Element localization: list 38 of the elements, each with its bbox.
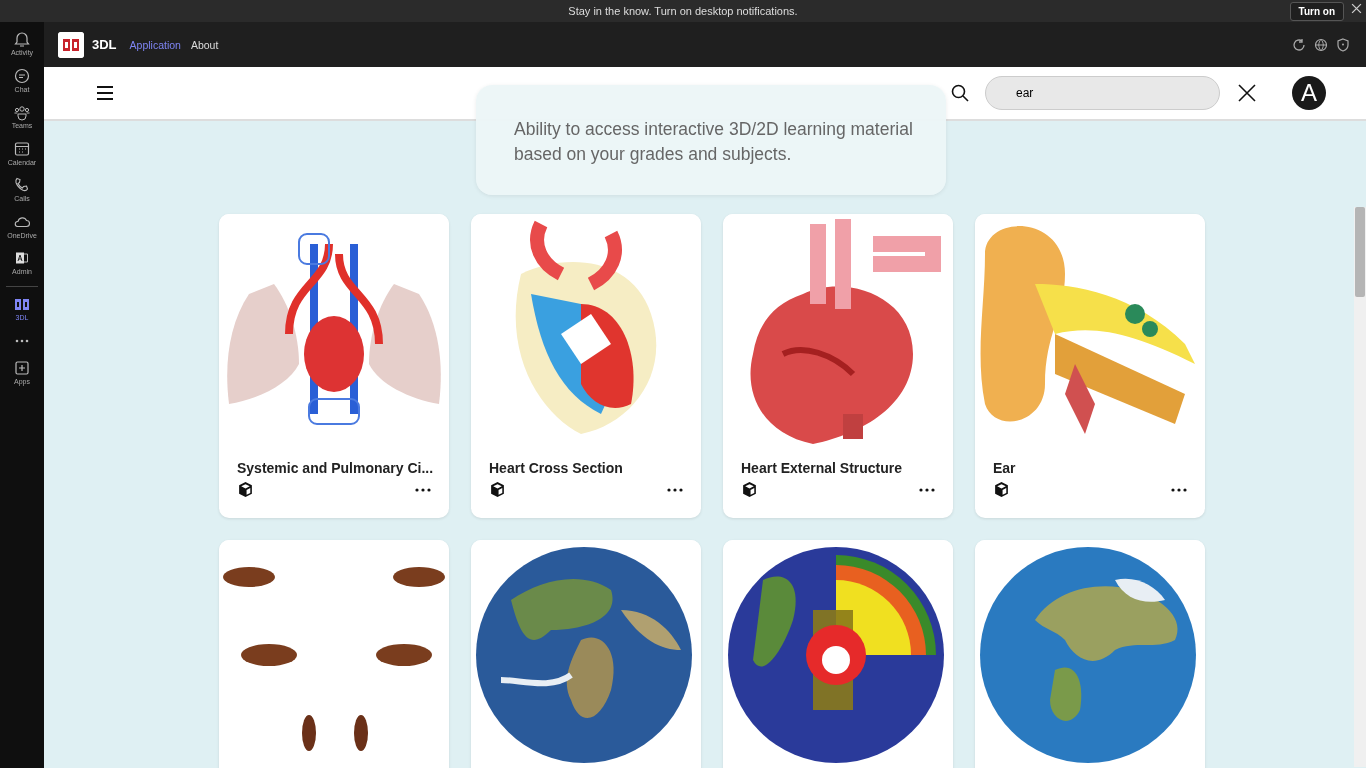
model-card[interactable]: Ear bbox=[975, 214, 1205, 518]
model-card[interactable]: Heart External Structure bbox=[723, 214, 953, 518]
cube-icon bbox=[489, 481, 506, 498]
bell-icon bbox=[13, 30, 31, 48]
menu-icon[interactable] bbox=[96, 85, 114, 101]
app-logo bbox=[58, 31, 84, 58]
card-title: Heart Cross Section bbox=[488, 459, 624, 478]
more-icon[interactable] bbox=[15, 339, 29, 343]
avatar[interactable]: A bbox=[1292, 76, 1326, 110]
close-icon[interactable] bbox=[1351, 3, 1362, 14]
notification-text: Stay in the know. Turn on desktop notifications. bbox=[568, 3, 798, 19]
cube-icon bbox=[237, 481, 254, 498]
plus-icon bbox=[13, 359, 31, 377]
calendar-icon bbox=[13, 139, 31, 158]
card-title: Systemic and Pulmonary Ci... bbox=[236, 459, 435, 478]
more-icon[interactable] bbox=[415, 487, 431, 492]
refresh-icon[interactable] bbox=[1292, 37, 1306, 52]
app-name: 3DL bbox=[92, 35, 117, 54]
card-title: Heart External Structure bbox=[740, 459, 904, 478]
chat-icon bbox=[13, 66, 31, 85]
turn-on-button[interactable]: Turn on bbox=[1289, 2, 1344, 21]
cube-icon bbox=[741, 481, 758, 498]
search-icon[interactable] bbox=[951, 84, 969, 102]
scrollbar[interactable] bbox=[1354, 207, 1366, 767]
phone-icon bbox=[13, 176, 31, 194]
model-card[interactable]: Heart Cross Section bbox=[471, 214, 701, 518]
tooltip-text: Ability to access interactive 3D/2D learning material based on your grades and subjects. bbox=[476, 85, 946, 195]
search-field[interactable]: ear bbox=[985, 76, 1220, 110]
shield-icon[interactable] bbox=[1336, 37, 1350, 52]
clear-search-icon[interactable] bbox=[1238, 84, 1256, 102]
more-icon[interactable] bbox=[1171, 487, 1187, 492]
people-icon bbox=[13, 103, 31, 121]
more-icon[interactable] bbox=[667, 487, 683, 492]
more-icon[interactable] bbox=[919, 487, 935, 492]
cube-icon bbox=[993, 481, 1010, 498]
globe-icon[interactable] bbox=[1314, 37, 1328, 52]
card-title: Ear bbox=[992, 459, 1017, 478]
model-card[interactable]: Systemic and Pulmonary Ci... bbox=[219, 214, 449, 518]
